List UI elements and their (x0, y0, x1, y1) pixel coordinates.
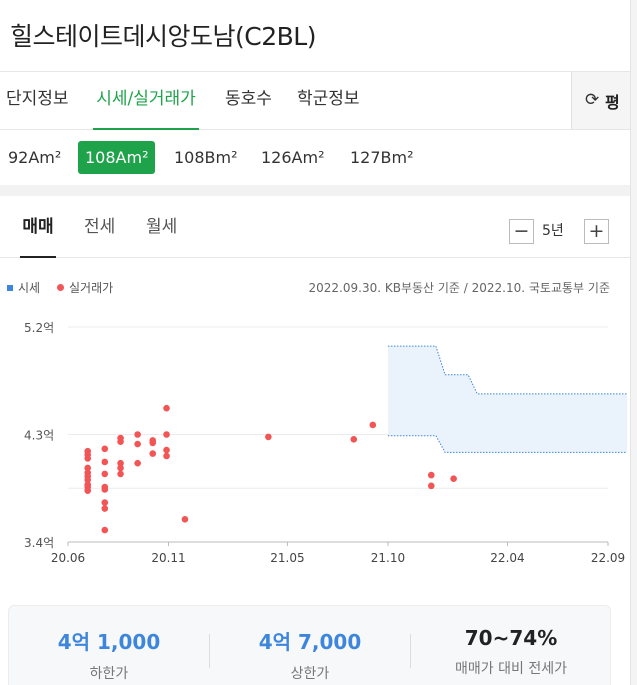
main-tabs: 단지정보 시세/실거래가 동호수 학군정보 ⟳ 평 (0, 72, 637, 130)
summary-ratio: 70~74% 매매가 대비 전세가 (411, 606, 611, 678)
summary-lower: 4억 1,000 하한가 (9, 606, 209, 683)
x-tick-label: 21.05 (270, 551, 304, 565)
deal-point (101, 445, 109, 453)
deal-point (84, 487, 92, 494)
area-type-option[interactable]: 92Am² (1, 141, 68, 174)
deal-point (84, 455, 92, 462)
deal-point (450, 475, 457, 482)
x-tick-label: 22.09 (591, 551, 625, 565)
deal-point (101, 470, 109, 478)
x-tick-label: 22.04 (490, 551, 524, 565)
deal-point (350, 435, 358, 443)
y-tick-label: 5.2억 (24, 321, 54, 335)
summary-upper-value: 4억 7,000 (258, 630, 362, 654)
tab-complex-info[interactable]: 단지정보 (6, 72, 69, 130)
scrollbar[interactable] (630, 0, 637, 685)
price-summary: 4억 1,000 하한가 4억 7,000 상한가 70~74% 매매가 대비 … (8, 605, 611, 685)
refresh-icon: ⟳ (585, 90, 600, 110)
price-chart: 3.4억 4.3억 5.2억 20.06 20.11 21.05 21.10 22.04 22.… (24, 321, 628, 565)
x-tick-label: 20.06 (51, 551, 85, 565)
deal-point (181, 516, 189, 523)
deal-point (117, 470, 124, 478)
deal-point (134, 431, 141, 438)
summary-upper: 4억 7,000 상한가 (210, 606, 410, 683)
x-tick-label: 21.10 (371, 551, 405, 565)
deal-point (101, 526, 109, 534)
title-bar: 힐스테이트데시앙도남(C2BL) (0, 0, 637, 72)
range-increase-button[interactable]: + (584, 219, 609, 244)
deal-point (117, 464, 124, 472)
summary-ratio-label: 매매가 대비 전세가 (455, 661, 567, 677)
subtab-monthly[interactable]: 월세 (146, 196, 177, 258)
deal-type-tabs: 매매 전세 월세 − 5년 + (0, 196, 630, 258)
area-type-option-selected[interactable]: 108Am² (78, 141, 156, 174)
deal-point (101, 505, 109, 512)
deal-point (134, 459, 141, 467)
section-divider (0, 185, 630, 196)
subtab-jeonse[interactable]: 전세 (84, 196, 115, 258)
deal-point (163, 446, 170, 454)
summary-ratio-value: 70~74% (464, 626, 558, 650)
deal-point (369, 421, 377, 429)
deal-point (117, 438, 124, 445)
deal-point (265, 433, 272, 441)
area-type-option[interactable]: 126Am² (254, 141, 331, 174)
y-tick-label: 3.4억 (24, 536, 54, 550)
deal-point (163, 404, 170, 412)
x-tick-label: 20.11 (151, 551, 185, 565)
summary-lower-label: 하한가 (89, 666, 129, 682)
deal-point (149, 439, 157, 447)
legend-label-deal: 실거래가 (69, 281, 114, 295)
tab-school[interactable]: 학군정보 (297, 72, 360, 130)
legend-swatch-market (7, 285, 13, 291)
range-label: 5년 (542, 223, 564, 239)
area-type-option[interactable]: 108Bm² (167, 141, 245, 174)
deal-point (427, 471, 435, 479)
deal-point (101, 499, 109, 506)
summary-upper-label: 상한가 (290, 666, 330, 682)
legend-swatch-deal (57, 284, 64, 291)
deal-point (163, 452, 170, 460)
deal-point (427, 482, 435, 490)
summary-lower-value: 4억 1,000 (57, 630, 161, 654)
area-type-selector: 92Am² 108Am² 108Bm² 126Am² 127Bm² (0, 130, 637, 185)
chart-legend: 시세 실거래가 2022.09.30. KB부동산 기준 / 2022.10. … (0, 279, 630, 299)
tab-price[interactable]: 시세/실거래가 (93, 72, 199, 130)
deal-point (134, 440, 141, 448)
deal-point (149, 450, 157, 457)
range-decrease-button[interactable]: − (509, 219, 534, 244)
page-title: 힐스테이트데시앙도남(C2BL) (10, 22, 316, 51)
unit-toggle-label: 평 (605, 93, 620, 112)
deal-point (101, 486, 109, 493)
data-source-note: 2022.09.30. KB부동산 기준 / 2022.10. 국토교통부 기준 (308, 281, 610, 295)
unit-toggle-button[interactable]: ⟳ 평 (571, 72, 637, 129)
deal-point (163, 431, 170, 438)
y-tick-label: 4.3억 (24, 429, 54, 443)
legend-label-market: 시세 (18, 281, 41, 295)
tab-units[interactable]: 동호수 (225, 72, 272, 130)
deal-point (101, 458, 109, 466)
market-price-band (387, 346, 628, 453)
subtab-sale[interactable]: 매매 (20, 196, 56, 258)
area-type-option[interactable]: 127Bm² (343, 141, 421, 174)
